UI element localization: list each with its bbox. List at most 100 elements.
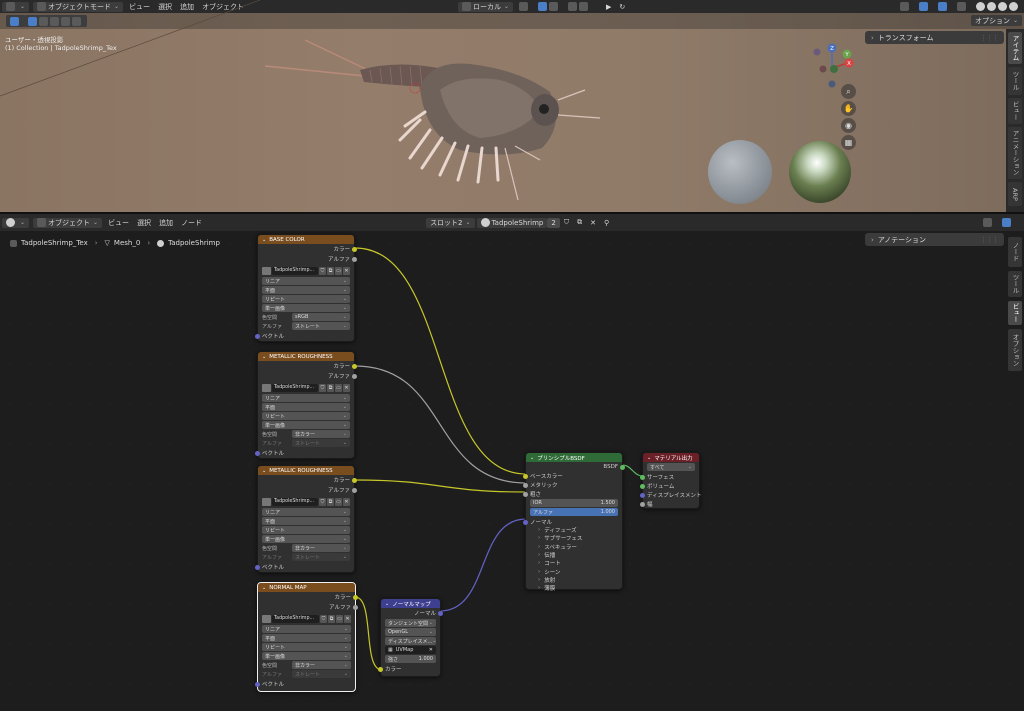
- node-header[interactable]: プリンシプルBSDF: [526, 453, 622, 462]
- image-selector[interactable]: TadpoleShrimp... ⛉ ⧉ ▭ ✕: [262, 614, 351, 623]
- transform-panel-header[interactable]: トランスフォーム⋮⋮⋮: [865, 31, 1004, 44]
- duplicate-icon[interactable]: ⧉: [327, 266, 334, 275]
- alpha-mode-dropdown[interactable]: ストレート: [292, 322, 350, 330]
- grip-icon[interactable]: ⋮⋮⋮: [980, 236, 999, 244]
- input-socket[interactable]: [523, 473, 528, 479]
- zoom-icon[interactable]: ⌕: [841, 84, 856, 99]
- camera-icon[interactable]: ◉: [841, 118, 856, 133]
- source-dropdown[interactable]: 単一画像: [262, 652, 351, 660]
- image-thumbnail[interactable]: [262, 614, 271, 623]
- menu-view[interactable]: ビュー: [104, 218, 133, 228]
- output-socket[interactable]: [353, 594, 358, 600]
- close-icon[interactable]: ✕: [344, 614, 351, 623]
- ior-field[interactable]: IOR 1.500: [530, 499, 618, 507]
- pin-icon[interactable]: ⚲: [600, 218, 613, 228]
- input-socket[interactable]: [640, 483, 645, 489]
- tab-options[interactable]: オプション: [1008, 329, 1022, 371]
- colorspace-dropdown[interactable]: 非カラー: [292, 544, 350, 552]
- input-socket[interactable]: [255, 333, 260, 339]
- output-socket[interactable]: [620, 464, 625, 470]
- uvmap-field[interactable]: ▦ UVMap ✕: [385, 646, 436, 654]
- image-thumbnail[interactable]: [262, 266, 271, 275]
- node-header[interactable]: METALLIC ROUGHNESS: [258, 466, 354, 475]
- node-header[interactable]: ノーマルマップ: [381, 599, 440, 608]
- colorspace-dropdown[interactable]: sRGB: [292, 313, 350, 321]
- duplicate-icon[interactable]: ⧉: [327, 497, 334, 506]
- projection-dropdown[interactable]: 平面: [262, 517, 350, 525]
- proportional-edit-icon[interactable]: [564, 2, 594, 12]
- output-socket[interactable]: [352, 256, 357, 262]
- image-selector[interactable]: TadpoleShrimp... ⛉ ⧉ ▭ ✕: [262, 266, 350, 275]
- input-socket[interactable]: [255, 681, 260, 687]
- image-texture-node-metallic-roughness-1[interactable]: METALLIC ROUGHNESS カラー アルファ TadpoleShrim…: [255, 351, 357, 459]
- target-dropdown[interactable]: すべて: [647, 463, 695, 471]
- xray-icon[interactable]: [953, 2, 972, 12]
- output-socket[interactable]: [352, 487, 357, 493]
- normal-map-node[interactable]: ノーマルマップ ノーマル タンジェント空間 OpenGL ディスプレイスメ...…: [378, 598, 443, 677]
- tab-tool[interactable]: ツール: [1008, 271, 1022, 297]
- alpha-mode-dropdown[interactable]: ストレート: [292, 670, 351, 678]
- panel-transmission[interactable]: 伝播: [526, 551, 622, 559]
- input-socket[interactable]: [523, 519, 528, 525]
- source-dropdown[interactable]: 単一画像: [262, 535, 350, 543]
- material-slot-dropdown[interactable]: スロット2: [426, 217, 475, 228]
- shading-modes[interactable]: [972, 2, 1024, 12]
- output-socket[interactable]: [352, 373, 357, 379]
- image-selector[interactable]: TadpoleShrimp... ⛉ ⧉ ▭ ✕: [262, 497, 350, 506]
- fake-user-icon[interactable]: ⛉: [319, 266, 326, 275]
- node-header[interactable]: マテリアル出力: [643, 453, 699, 462]
- input-socket[interactable]: [640, 492, 645, 498]
- input-socket[interactable]: [523, 491, 528, 497]
- panel-coat[interactable]: コート: [526, 559, 622, 567]
- grip-icon[interactable]: ⋮⋮⋮: [980, 34, 999, 42]
- tab-view[interactable]: ビュー: [1008, 301, 1022, 325]
- alpha-field[interactable]: アルファ 1.000: [530, 508, 618, 516]
- space-dropdown[interactable]: タンジェント空間: [385, 619, 436, 627]
- folder-icon[interactable]: ▭: [335, 497, 342, 506]
- annotation-panel-header[interactable]: アノテーション⋮⋮⋮: [865, 233, 1004, 246]
- output-socket[interactable]: [352, 246, 357, 252]
- pan-hand-icon[interactable]: ✋: [841, 101, 856, 116]
- close-icon[interactable]: ✕: [343, 497, 350, 506]
- output-socket[interactable]: [353, 604, 358, 610]
- panel-emission[interactable]: 放射: [526, 576, 622, 584]
- output-socket[interactable]: [352, 477, 357, 483]
- close-icon[interactable]: ✕: [343, 383, 350, 392]
- panel-subsurface[interactable]: サブサーフェス: [526, 534, 622, 542]
- extension-dropdown[interactable]: リピート: [262, 412, 350, 420]
- node-header[interactable]: METALLIC ROUGHNESS: [258, 352, 354, 361]
- source-dropdown[interactable]: 単一画像: [262, 304, 350, 312]
- folder-icon[interactable]: ▭: [335, 383, 342, 392]
- convention-dropdown[interactable]: OpenGL: [385, 628, 436, 636]
- pivot-icon[interactable]: [515, 2, 534, 12]
- image-texture-node-metallic-roughness-2[interactable]: METALLIC ROUGHNESS カラー アルファ TadpoleShrim…: [255, 465, 357, 573]
- snap-icon[interactable]: [534, 2, 564, 12]
- snap-node-icon[interactable]: [979, 218, 998, 228]
- unlink-material-icon[interactable]: ✕: [586, 218, 600, 228]
- overlay-toggle-icon[interactable]: [934, 2, 953, 12]
- projection-dropdown[interactable]: 平面: [262, 286, 350, 294]
- close-icon[interactable]: ✕: [343, 266, 350, 275]
- menu-select[interactable]: 選択: [133, 218, 155, 228]
- interpolation-dropdown[interactable]: リニア: [262, 394, 350, 402]
- folder-icon[interactable]: ▭: [336, 614, 343, 623]
- material-output-node[interactable]: マテリアル出力 すべて サーフェス ボリューム ディスプレイスメント 幅: [640, 452, 701, 509]
- interpolation-dropdown[interactable]: リニア: [262, 625, 351, 633]
- projection-dropdown[interactable]: 平面: [262, 403, 350, 411]
- interpolation-dropdown[interactable]: リニア: [262, 277, 350, 285]
- menu-add[interactable]: 追加: [155, 218, 177, 228]
- material-selector[interactable]: TadpoleShrimp: [476, 217, 548, 228]
- tadpole-shrimp-model[interactable]: [260, 30, 620, 210]
- input-socket[interactable]: [255, 564, 260, 570]
- 3d-viewport[interactable]: オブジェクトモード ビュー 選択 追加 オブジェクト ローカル ▶ ↻ オプショ…: [0, 0, 1024, 212]
- tab-node[interactable]: ノード: [1008, 237, 1022, 267]
- extension-dropdown[interactable]: リピート: [262, 295, 350, 303]
- input-socket[interactable]: [640, 501, 645, 507]
- displacement-dropdown[interactable]: ディスプレイスメ...: [385, 637, 436, 645]
- overlay-node-icon[interactable]: [998, 218, 1017, 228]
- shader-type-dropdown[interactable]: オブジェクト: [33, 217, 103, 228]
- options-dropdown[interactable]: オプション: [971, 15, 1023, 26]
- image-selector[interactable]: TadpoleShrimp... ⛉ ⧉ ▭ ✕: [262, 383, 350, 392]
- gizmo-toggle-icon[interactable]: [915, 2, 934, 12]
- tab-item[interactable]: アイテム: [1008, 32, 1022, 64]
